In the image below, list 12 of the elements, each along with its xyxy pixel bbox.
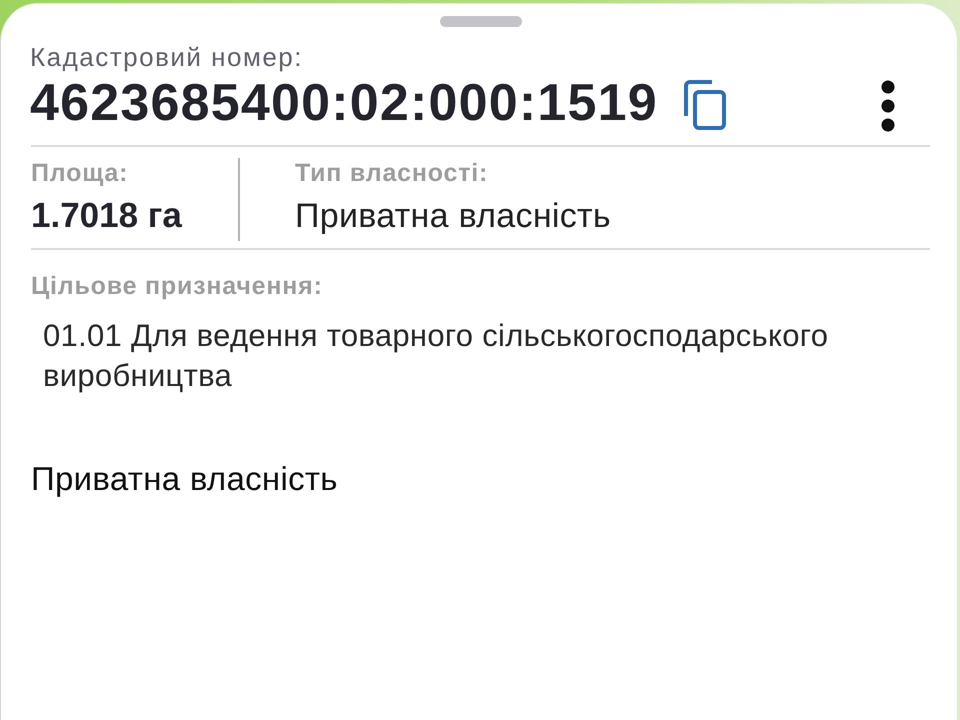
purpose-label: Цільове призначення:	[31, 273, 324, 299]
more-options-icon[interactable]	[881, 80, 895, 132]
field-value: Приватна власність	[295, 196, 611, 236]
ownership-text: Приватна власність	[30, 459, 339, 499]
field-label: Площа:	[31, 160, 130, 186]
drag-handle[interactable]	[440, 16, 522, 27]
field-value: 1.7018 га	[31, 196, 183, 236]
copy-icon[interactable]	[682, 80, 726, 130]
cadastral-label: Кадастровий номер:	[30, 42, 304, 72]
field-label: Тип власності:	[295, 160, 490, 186]
cadastral-number: 4623685400:02:000:1519	[30, 74, 658, 132]
purpose-value: 01.01 Для ведення товарного сільськогосподарського виробництва	[42, 317, 830, 395]
